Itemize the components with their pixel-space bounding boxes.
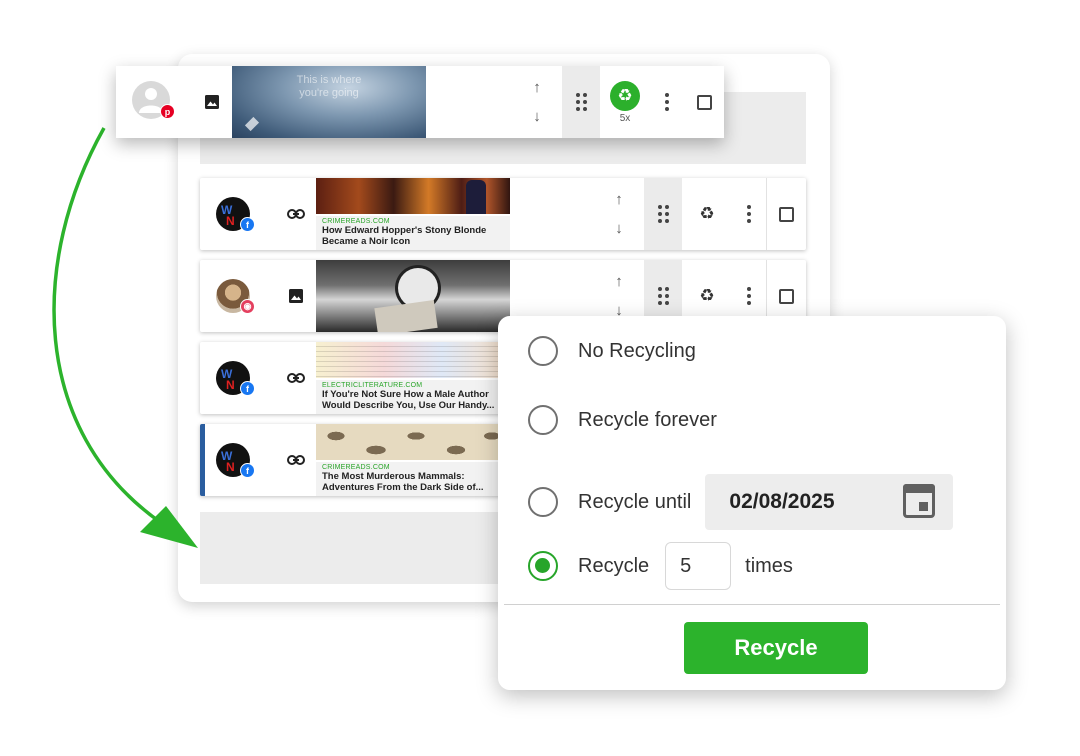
radio-recycle-until[interactable]	[528, 487, 558, 517]
option-recycle-forever[interactable]: Recycle forever	[528, 405, 717, 435]
until-date-value: 02/08/2025	[729, 490, 835, 513]
drag-handle[interactable]	[562, 66, 600, 138]
thumbnail-caption: This is where you're going	[296, 74, 362, 99]
option-no-recycling[interactable]: No Recycling	[528, 336, 696, 366]
option-recycle-until[interactable]: Recycle until 02/08/2025	[528, 474, 954, 530]
option-label: Recycle until	[578, 490, 692, 513]
recycle-count: 5x	[619, 112, 631, 124]
option-label: No Recycling	[578, 339, 696, 362]
recycle-submit-button[interactable]: Recycle	[684, 622, 868, 674]
image-post-icon	[192, 66, 232, 138]
radio-recycle-forever[interactable]	[528, 405, 558, 435]
divider	[504, 604, 1000, 605]
more-options-icon[interactable]	[650, 66, 684, 138]
times-label: times	[745, 554, 793, 577]
times-input[interactable]: 5	[665, 542, 732, 590]
move-down-icon[interactable]: ↓	[533, 109, 541, 124]
post-account: p	[116, 66, 192, 138]
recycle-options-popover: No Recycling Recycle forever Recycle unt…	[498, 316, 1006, 690]
post-thumbnail: This is where you're going	[232, 66, 426, 138]
until-date-field[interactable]: 02/08/2025	[705, 474, 954, 530]
recycle-icon: ♻	[610, 80, 640, 111]
option-label: Recycle	[578, 554, 650, 577]
option-label: Recycle forever	[578, 408, 717, 431]
radio-no-recycling[interactable]	[528, 336, 558, 366]
select-checkbox[interactable]	[684, 66, 724, 138]
calendar-icon[interactable]	[903, 484, 936, 518]
option-recycle-times[interactable]: Recycle 5 times	[528, 542, 793, 590]
pinterest-icon: p	[160, 104, 175, 119]
recycle-toggle-active[interactable]: ♻ 5x	[600, 66, 650, 138]
move-up-icon[interactable]: ↑	[533, 80, 541, 95]
dragged-post-row[interactable]: p This is where you're going ↑ ↓ ♻ 5x	[116, 66, 724, 138]
radio-recycle-times[interactable]	[528, 551, 558, 581]
